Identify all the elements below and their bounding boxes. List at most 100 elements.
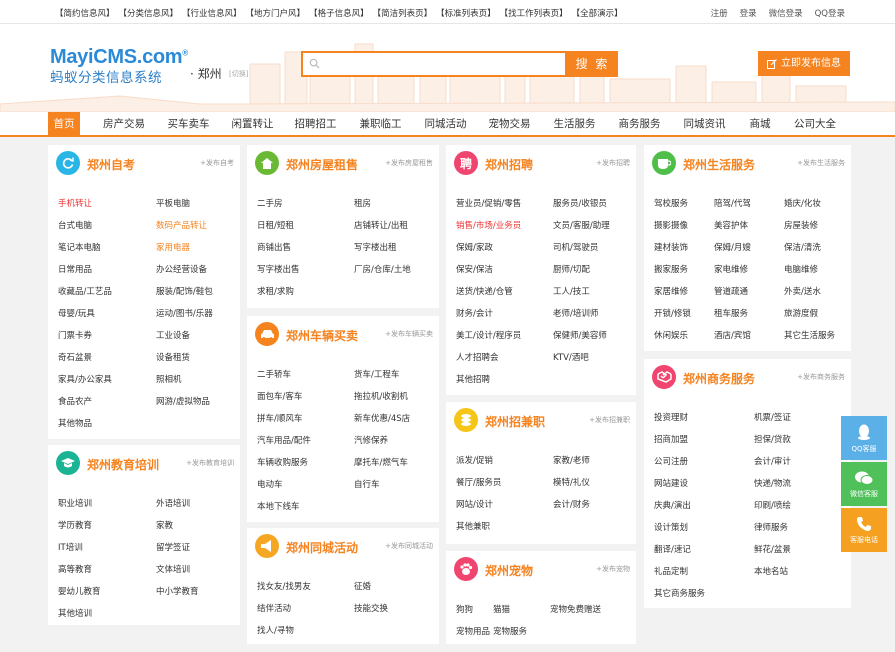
category-link[interactable]: 二手轿车 — [257, 368, 291, 380]
card-post-link[interactable]: +发布车辆买卖 — [385, 329, 433, 339]
card-post-link[interactable]: +发布房屋租售 — [385, 158, 433, 168]
card-post-link[interactable]: +发布招聘 — [596, 158, 630, 168]
top-demo-link[interactable]: 【标准列表页】 — [436, 7, 496, 19]
category-link[interactable]: 店铺转让/出租 — [354, 219, 408, 231]
category-link[interactable]: 工人/技工 — [553, 285, 590, 297]
category-link[interactable]: 运动/图书/乐器 — [156, 307, 213, 319]
category-link[interactable]: 营业员/促销/零售 — [456, 197, 521, 209]
nav-item[interactable]: 兼职临工 — [352, 112, 409, 137]
category-link[interactable]: 建材装饰 — [654, 241, 688, 253]
category-link[interactable]: 收藏品/工艺品 — [58, 285, 112, 297]
category-link[interactable]: 学历教育 — [58, 519, 92, 531]
category-link[interactable]: 礼品定制 — [654, 565, 688, 577]
top-demo-link[interactable]: 【地方门户风】 — [246, 7, 306, 19]
card-title[interactable]: 郑州招聘 — [485, 156, 533, 173]
category-link[interactable]: 二手房 — [257, 197, 283, 209]
card-post-link[interactable]: +发布招兼职 — [589, 415, 630, 425]
category-link[interactable]: 日租/短租 — [257, 219, 294, 231]
category-link[interactable]: 其他兼职 — [456, 520, 490, 532]
category-link[interactable]: 休闲娱乐 — [654, 329, 688, 341]
category-link[interactable]: 照相机 — [156, 373, 182, 385]
category-link[interactable]: 笔记本电脑 — [58, 241, 101, 253]
category-link[interactable]: 奇石盆景 — [58, 351, 92, 363]
card-post-link[interactable]: +发布商务服务 — [797, 372, 845, 382]
nav-item[interactable]: 商城 — [741, 112, 779, 137]
wechat-service-button[interactable]: 微信客服 — [841, 462, 887, 506]
category-link[interactable]: 平板电脑 — [156, 197, 190, 209]
category-link[interactable]: 本地名站 — [754, 565, 788, 577]
category-link[interactable]: 写字楼出租 — [354, 241, 397, 253]
category-link[interactable]: 旅游度假 — [784, 307, 818, 319]
category-link[interactable]: 管道疏通 — [714, 285, 748, 297]
category-link[interactable]: 职业培训 — [58, 497, 92, 509]
top-demo-link[interactable]: 【行业信息风】 — [182, 7, 242, 19]
category-link[interactable]: 婚庆/化妆 — [784, 197, 821, 209]
card-title[interactable]: 郑州自考 — [87, 156, 135, 173]
category-link[interactable]: 保姆/月嫂 — [714, 241, 751, 253]
top-demo-link[interactable]: 【简洁列表页】 — [373, 7, 433, 19]
card-title[interactable]: 郑州宠物 — [485, 562, 533, 579]
category-link[interactable]: 投资理财 — [654, 411, 688, 423]
nav-item[interactable]: 宠物交易 — [481, 112, 538, 137]
category-link[interactable]: 司机/驾驶员 — [553, 241, 598, 253]
top-account-link[interactable]: QQ登录 — [815, 7, 845, 19]
top-demo-link[interactable]: 【格子信息风】 — [309, 7, 369, 19]
category-link[interactable]: 庆典/演出 — [654, 499, 691, 511]
category-link[interactable]: 办公经营设备 — [156, 263, 207, 275]
category-link[interactable]: 租房 — [354, 197, 371, 209]
category-link[interactable]: 写字楼出售 — [257, 263, 300, 275]
category-link[interactable]: 保安/保洁 — [456, 263, 493, 275]
top-demo-link[interactable]: 【全部演示】 — [572, 7, 623, 19]
category-link[interactable]: 保健师/美容师 — [553, 329, 607, 341]
card-post-link[interactable]: +发布生活服务 — [797, 158, 845, 168]
category-link[interactable]: 猫猫 — [493, 603, 510, 615]
category-link[interactable]: 服装/配饰/鞋包 — [156, 285, 213, 297]
category-link[interactable]: 汽修保养 — [354, 434, 388, 446]
category-link[interactable]: 会计/审计 — [754, 455, 791, 467]
category-link[interactable]: 家具/办公家具 — [58, 373, 112, 385]
category-link[interactable]: 求租/求购 — [257, 285, 294, 297]
nav-item[interactable]: 招聘招工 — [287, 112, 344, 137]
category-link[interactable]: 厂房/仓库/土地 — [354, 263, 411, 275]
category-link[interactable]: 高等教育 — [58, 563, 92, 575]
category-link[interactable]: 文体培训 — [156, 563, 190, 575]
search-input[interactable] — [301, 51, 567, 77]
category-link[interactable]: 找女友/找男友 — [257, 580, 311, 592]
nav-item[interactable]: 同城资讯 — [676, 112, 733, 137]
nav-item[interactable]: 公司大全 — [786, 112, 844, 137]
card-title[interactable]: 郑州生活服务 — [683, 156, 755, 173]
top-demo-link[interactable]: 【简约信息风】 — [55, 7, 115, 19]
switch-city-link[interactable]: [切换] — [229, 69, 248, 79]
nav-item[interactable]: 闲置转让 — [224, 112, 281, 137]
category-link[interactable]: 人才招聘会 — [456, 351, 499, 363]
category-link[interactable]: 电脑维修 — [784, 263, 818, 275]
category-link[interactable]: 找人/寻物 — [257, 624, 294, 636]
category-link[interactable]: 保洁/清洗 — [784, 241, 821, 253]
category-link[interactable]: 宠物服务 — [493, 625, 527, 637]
category-link[interactable]: 宠物用品 — [456, 625, 490, 637]
category-link[interactable]: 手机转让 — [58, 197, 92, 209]
category-link[interactable]: 老师/培训师 — [553, 307, 598, 319]
category-link[interactable]: 外语培训 — [156, 497, 190, 509]
category-link[interactable]: 婴幼儿教育 — [58, 585, 101, 597]
category-link[interactable]: 拼车/顺风车 — [257, 412, 302, 424]
nav-item[interactable]: 同城活动 — [417, 112, 474, 137]
nav-item[interactable]: 买车卖车 — [160, 112, 217, 137]
category-link[interactable]: 美工/设计/程序员 — [456, 329, 521, 341]
category-link[interactable]: 印刷/喷绘 — [754, 499, 791, 511]
nav-item[interactable]: 商务服务 — [611, 112, 668, 137]
category-link[interactable]: 拖拉机/收割机 — [354, 390, 408, 402]
category-link[interactable]: 外卖/送水 — [784, 285, 821, 297]
search-button[interactable]: 搜 索 — [567, 51, 618, 77]
category-link[interactable]: 日常用品 — [58, 263, 92, 275]
category-link[interactable]: 驾校服务 — [654, 197, 688, 209]
category-link[interactable]: 狗狗 — [456, 603, 473, 615]
category-link[interactable]: IT培训 — [58, 541, 83, 553]
category-link[interactable]: 会计/财务 — [553, 498, 590, 510]
category-link[interactable]: 鲜花/盆景 — [754, 543, 791, 555]
category-link[interactable]: 家教/老师 — [553, 454, 590, 466]
category-link[interactable]: 送货/快递/仓管 — [456, 285, 513, 297]
top-demo-link[interactable]: 【找工作列表页】 — [500, 7, 568, 19]
category-link[interactable]: 翻译/速记 — [654, 543, 691, 555]
card-post-link[interactable]: +发布教育培训 — [186, 458, 234, 468]
